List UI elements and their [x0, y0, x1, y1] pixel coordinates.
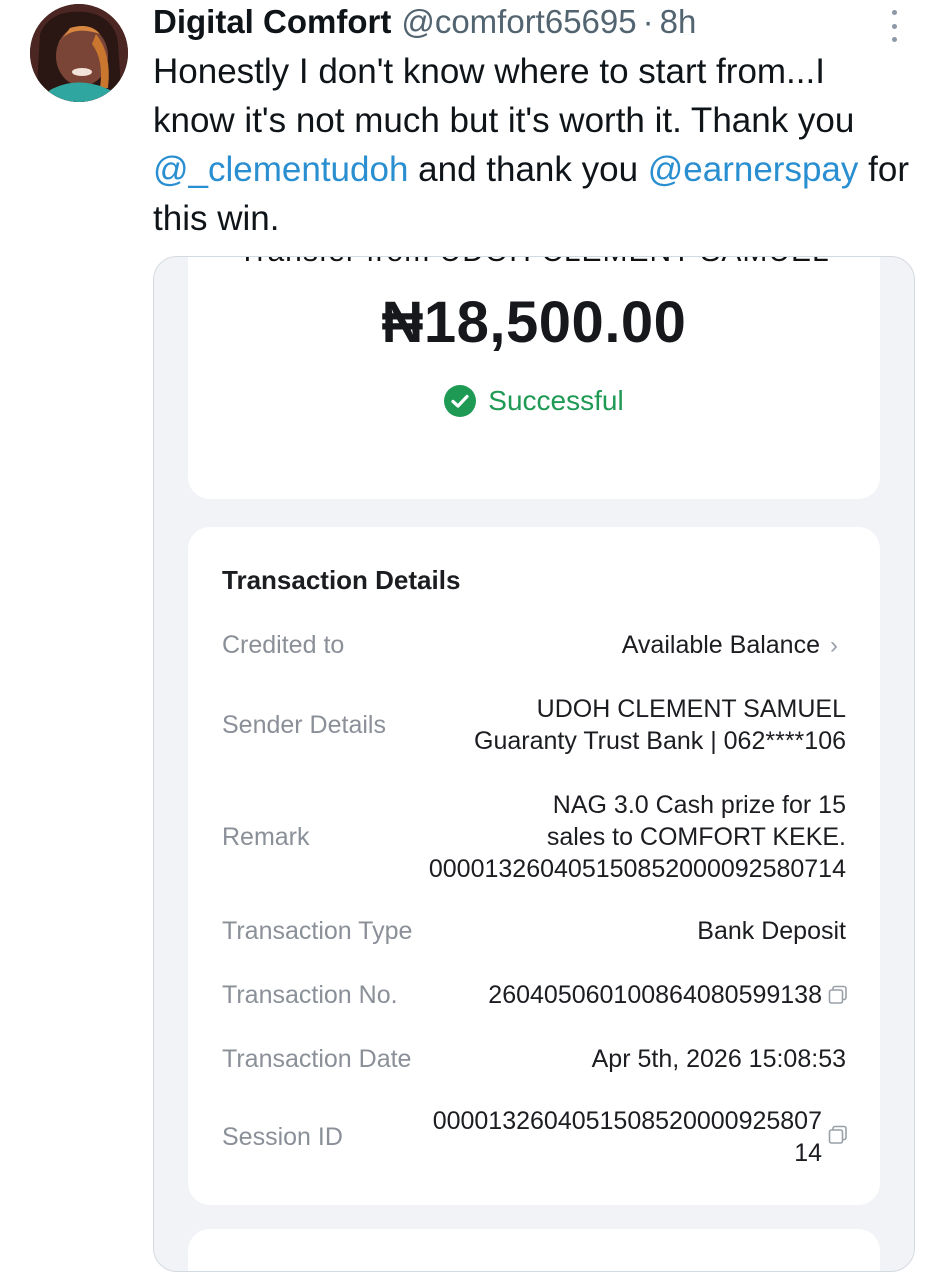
transaction-date-label: Transaction Date [222, 1045, 412, 1073]
status-badge: Successful [188, 385, 880, 417]
sender-details-label: Sender Details [222, 711, 386, 739]
chevron-right-icon: › [830, 632, 838, 659]
remark-line: NAG 3.0 Cash prize for 15 [552, 791, 846, 819]
session-id-line: 0000132604051508520000925807 [432, 1107, 822, 1135]
sender-bank: Guaranty Trust Bank | 062****106 [474, 727, 846, 755]
transfer-amount: ₦18,500.00 [381, 290, 687, 355]
receipt-heading: Transfer from UDOH CLEMENT SAMUEL [154, 257, 914, 269]
tweet-header: Digital Comfort @comfort65695 · 8h [153, 0, 696, 44]
credited-to-value[interactable]: Available Balance › [622, 629, 838, 662]
remark-line: sales to COMFORT KEKE. [546, 823, 846, 851]
avatar[interactable] [30, 4, 128, 102]
sender-name: UDOH CLEMENT SAMUEL [536, 695, 846, 723]
credited-to-label: Credited to [222, 631, 345, 659]
transaction-details-card: Transaction Details Credited to Availabl… [188, 527, 880, 1205]
tweet-media-receipt[interactable]: ₦18,500.00 Successful Transfer from UDOH… [153, 256, 915, 1272]
author-handle[interactable]: @comfort65695 [401, 0, 636, 44]
tweet-text: Honestly I don't know where to start fro… [153, 47, 913, 243]
remark-label: Remark [222, 823, 310, 851]
details-title: Transaction Details [222, 565, 461, 595]
transaction-type-value: Bank Deposit [697, 917, 846, 945]
transaction-number-label: Transaction No. [222, 981, 398, 1009]
author-name[interactable]: Digital Comfort [153, 0, 391, 44]
tweet-text-part: Honestly I don't know where to start fro… [153, 52, 855, 140]
more-vertical-icon[interactable] [884, 10, 904, 42]
tweet-text-part: and thank you [408, 150, 648, 189]
separator-dot: · [642, 3, 654, 40]
sender-details-value: UDOH CLEMENT SAMUEL Guaranty Trust Bank … [474, 693, 846, 757]
mention-link[interactable]: @earnerspay [648, 150, 859, 189]
credited-to-text: Available Balance [621, 631, 820, 659]
copy-icon[interactable] [828, 1125, 848, 1145]
session-id-value: 0000132604051508520000925807 14 [433, 1105, 822, 1169]
remark-value: NAG 3.0 Cash prize for 15 sales to COMFO… [429, 789, 846, 885]
session-id-line: 14 [794, 1139, 822, 1167]
transaction-date-value: Apr 5th, 2026 15:08:53 [591, 1045, 846, 1073]
transaction-type-label: Transaction Type [222, 917, 413, 945]
timestamp[interactable]: 8h [660, 0, 697, 44]
check-circle-icon [444, 385, 477, 417]
status-text: Successful [488, 385, 624, 416]
amount-card: ₦18,500.00 Successful [188, 257, 880, 499]
mention-link[interactable]: @_clementudoh [153, 150, 408, 189]
remark-line: 000013260405150852000092580714 [428, 855, 846, 883]
copy-icon[interactable] [828, 985, 848, 1005]
next-card [188, 1229, 880, 1271]
avatar-image [30, 4, 128, 102]
session-id-label: Session ID [222, 1123, 343, 1151]
transaction-number-value: 260405060100864080599138 [488, 981, 822, 1009]
